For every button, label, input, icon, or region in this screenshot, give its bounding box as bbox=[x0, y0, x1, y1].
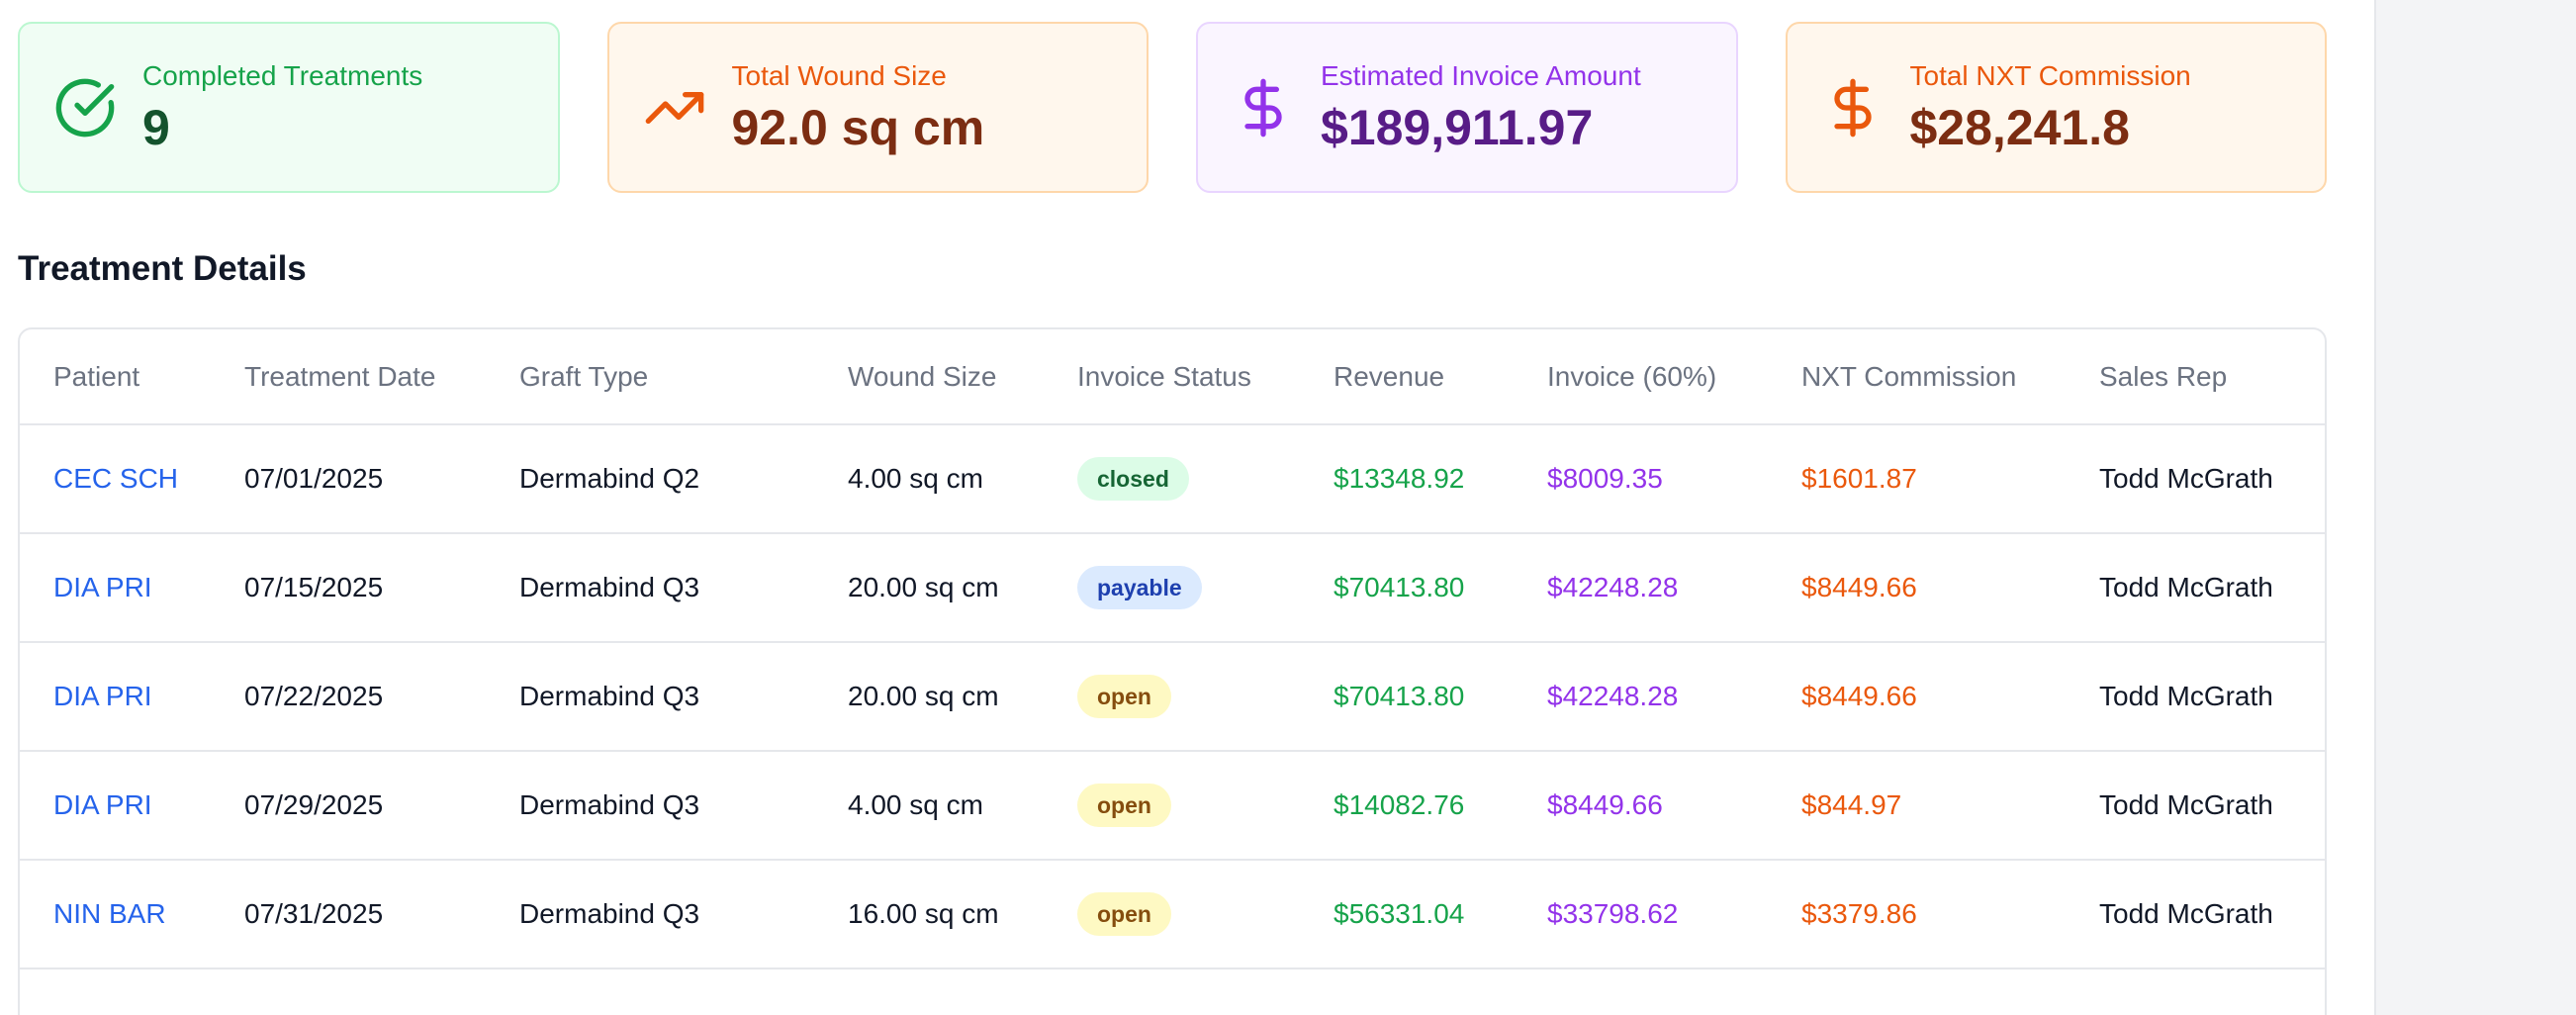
col-header-wound-size[interactable]: Wound Size bbox=[814, 329, 1044, 425]
invoice-status-cell: open bbox=[1044, 860, 1300, 969]
graft-type: Dermabind Q3 bbox=[486, 751, 814, 861]
invoice-amount: $8009.35 bbox=[1514, 424, 1768, 534]
invoice-amount: $8449.66 bbox=[1514, 751, 1768, 861]
stat-card-total-wound-size: Total Wound Size 92.0 sq cm bbox=[606, 22, 1149, 193]
status-badge: open bbox=[1077, 675, 1171, 718]
treatment-date: 07/22/2025 bbox=[211, 642, 486, 752]
status-badge: closed bbox=[1077, 457, 1189, 501]
nxt-commission: $3379.86 bbox=[1768, 860, 2066, 969]
table-row: DIA PRI 07/15/2025 Dermabind Q3 20.00 sq… bbox=[20, 533, 2325, 643]
sales-rep: Todd McGrath bbox=[2066, 642, 2325, 752]
col-header-sales-rep[interactable]: Sales Rep bbox=[2066, 329, 2325, 425]
nxt-commission: $8449.66 bbox=[1768, 533, 2066, 643]
patient-link[interactable]: CEC SCH bbox=[20, 424, 211, 534]
graft-type: Dermabind Q3 bbox=[486, 533, 814, 643]
main-content: Completed Treatments 9 Total Wound Size … bbox=[0, 0, 2374, 1015]
wound-size: 4.00 sq cm bbox=[814, 751, 1044, 861]
dollar-icon bbox=[1821, 76, 1885, 139]
revenue: $56331.04 bbox=[1300, 860, 1514, 969]
treatment-date: 07/15/2025 bbox=[211, 533, 486, 643]
revenue: $70413.80 bbox=[1300, 533, 1514, 643]
sales-rep: Todd McGrath bbox=[2066, 533, 2325, 643]
graft-type: Dermabind Q3 bbox=[486, 642, 814, 752]
treatment-date: 07/31/2025 bbox=[211, 860, 486, 969]
dollar-icon bbox=[1232, 76, 1295, 139]
table-header-row: Patient Treatment Date Graft Type Wound … bbox=[20, 329, 2325, 425]
patient-link[interactable]: DIA PRI bbox=[20, 751, 211, 861]
treatment-date: 07/29/2025 bbox=[211, 751, 486, 861]
invoice-amount: $33798.62 bbox=[1514, 860, 1768, 969]
col-header-invoice-status[interactable]: Invoice Status bbox=[1044, 329, 1300, 425]
table-row: NIN BAR 07/31/2025 Dermabind Q3 16.00 sq… bbox=[20, 860, 2325, 969]
wound-size: 16.00 sq cm bbox=[814, 860, 1044, 969]
wound-size: 20.00 sq cm bbox=[814, 642, 1044, 752]
col-header-graft-type[interactable]: Graft Type bbox=[486, 329, 814, 425]
treatment-date: 07/01/2025 bbox=[211, 424, 486, 534]
col-header-revenue[interactable]: Revenue bbox=[1300, 329, 1514, 425]
wound-size: 4.00 sq cm bbox=[814, 424, 1044, 534]
patient-link[interactable]: DIA PRI bbox=[20, 642, 211, 752]
treatment-table[interactable]: Patient Treatment Date Graft Type Wound … bbox=[18, 327, 2327, 1015]
sales-rep: Todd McGrath bbox=[2066, 860, 2325, 969]
revenue: $70413.80 bbox=[1300, 642, 1514, 752]
table-row: DIA PRI 07/22/2025 Dermabind Q3 20.00 sq… bbox=[20, 642, 2325, 752]
stat-value: 92.0 sq cm bbox=[731, 99, 985, 155]
invoice-status-cell: closed bbox=[1044, 424, 1300, 534]
invoice-status-cell: open bbox=[1044, 751, 1300, 861]
stat-label: Estimated Invoice Amount bbox=[1321, 59, 1641, 91]
stat-value: $189,911.97 bbox=[1321, 99, 1594, 155]
nxt-commission: $8449.66 bbox=[1768, 642, 2066, 752]
col-header-treatment-date[interactable]: Treatment Date bbox=[211, 329, 486, 425]
invoice-status-cell: open bbox=[1044, 642, 1300, 752]
patient-link[interactable]: DIA PRI bbox=[20, 533, 211, 643]
nxt-commission: $1601.87 bbox=[1768, 424, 2066, 534]
sales-rep: Todd McGrath bbox=[2066, 751, 2325, 861]
stat-label: Total Wound Size bbox=[731, 59, 947, 91]
invoice-amount: $42248.28 bbox=[1514, 533, 1768, 643]
patient-link[interactable]: NIN BAR bbox=[20, 860, 211, 969]
trending-up-icon bbox=[643, 76, 706, 139]
nxt-commission: $844.97 bbox=[1768, 751, 2066, 861]
section-title: Treatment Details bbox=[18, 249, 307, 288]
right-side-panel bbox=[2374, 0, 2576, 1015]
graft-type: Dermabind Q2 bbox=[486, 424, 814, 534]
stat-value: $28,241.8 bbox=[1909, 99, 2130, 155]
stat-card-nxt-commission: Total NXT Commission $28,241.8 bbox=[1785, 22, 2327, 193]
col-header-nxt-commission[interactable]: NXT Commission bbox=[1768, 329, 2066, 425]
col-header-invoice-60[interactable]: Invoice (60%) bbox=[1514, 329, 1768, 425]
check-circle-icon bbox=[53, 76, 117, 139]
stat-value: 9 bbox=[142, 99, 170, 155]
revenue: $13348.92 bbox=[1300, 424, 1514, 534]
col-header-patient[interactable]: Patient bbox=[20, 329, 211, 425]
table-row: DIA PRI 07/29/2025 Dermabind Q3 4.00 sq … bbox=[20, 751, 2325, 861]
sales-rep: Todd McGrath bbox=[2066, 424, 2325, 534]
stat-label: Total NXT Commission bbox=[1909, 59, 2191, 91]
table-row: CEC SCH 07/01/2025 Dermabind Q2 4.00 sq … bbox=[20, 424, 2325, 534]
revenue: $14082.76 bbox=[1300, 751, 1514, 861]
graft-type: Dermabind Q3 bbox=[486, 860, 814, 969]
invoice-amount: $42248.28 bbox=[1514, 642, 1768, 752]
status-badge: open bbox=[1077, 784, 1171, 827]
wound-size: 20.00 sq cm bbox=[814, 533, 1044, 643]
stat-card-completed-treatments: Completed Treatments 9 bbox=[18, 22, 560, 193]
status-badge: open bbox=[1077, 892, 1171, 936]
stat-label: Completed Treatments bbox=[142, 59, 423, 91]
stat-card-estimated-invoice: Estimated Invoice Amount $189,911.97 bbox=[1196, 22, 1738, 193]
invoice-status-cell: payable bbox=[1044, 533, 1300, 643]
status-badge: payable bbox=[1077, 566, 1202, 609]
stats-row: Completed Treatments 9 Total Wound Size … bbox=[18, 22, 2327, 193]
